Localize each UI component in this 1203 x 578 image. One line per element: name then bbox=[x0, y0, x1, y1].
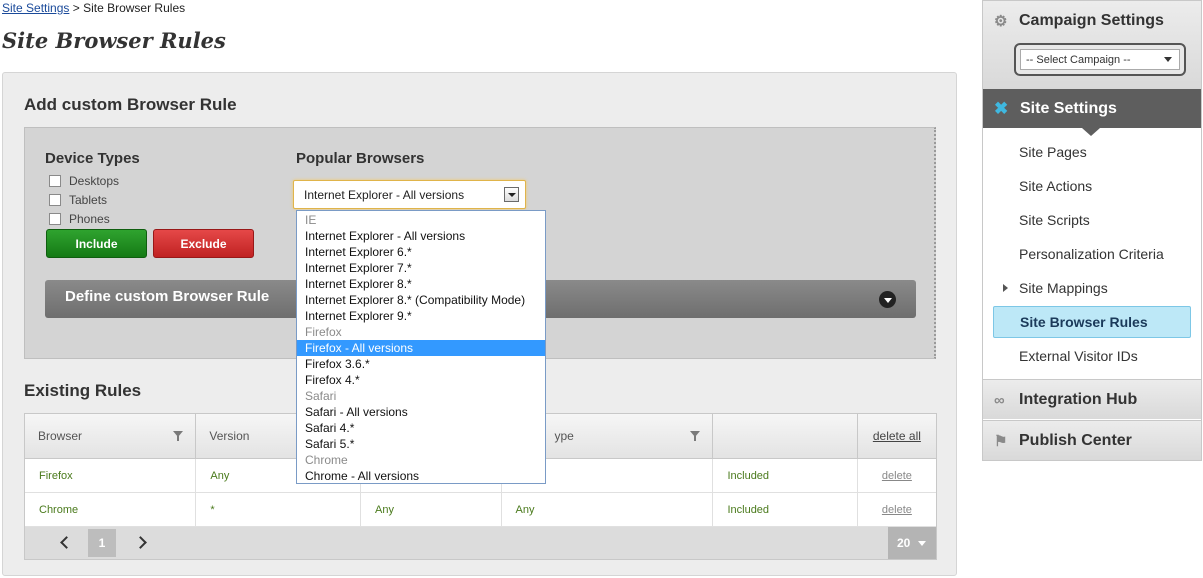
dropdown-option[interactable]: Safari 5.* bbox=[297, 436, 545, 452]
sidebar: ⚙ Campaign Settings -- Select Campaign -… bbox=[982, 0, 1202, 461]
cell-browser: Chrome bbox=[25, 493, 197, 526]
delete-link[interactable]: delete bbox=[882, 504, 912, 516]
desktops-checkbox[interactable] bbox=[49, 175, 61, 187]
device-option-tablets[interactable]: Tablets bbox=[49, 192, 107, 208]
column-header-browser[interactable]: Browser bbox=[25, 414, 197, 458]
chevron-down-icon[interactable] bbox=[504, 187, 519, 202]
tools-icon: ✖ bbox=[994, 99, 1009, 118]
filter-icon[interactable] bbox=[173, 431, 184, 441]
flag-icon: ⚑ bbox=[994, 433, 1008, 450]
sidebar-item-site-actions[interactable]: Site Actions bbox=[1019, 178, 1092, 194]
page-size-select[interactable]: 20 bbox=[888, 527, 936, 559]
desktops-label: Desktops bbox=[69, 174, 120, 188]
sidebar-item-site-mappings[interactable]: Site Mappings bbox=[1003, 280, 1108, 296]
dropdown-option[interactable]: Firefox - All versions bbox=[297, 340, 545, 356]
table-row: Chrome * Any Any Included delete bbox=[25, 493, 936, 527]
device-option-desktops[interactable]: Desktops bbox=[49, 173, 119, 189]
dropdown-group-label: Chrome bbox=[305, 453, 348, 467]
tablets-checkbox[interactable] bbox=[49, 194, 61, 206]
publish-center-label: Publish Center bbox=[1019, 431, 1132, 449]
sidebar-item-personalization-criteria[interactable]: Personalization Criteria bbox=[1019, 246, 1164, 262]
pager: 1 20 bbox=[25, 527, 936, 559]
cell-type: Any bbox=[502, 493, 714, 526]
dropdown-option[interactable]: Internet Explorer 8.* (Compatibility Mod… bbox=[297, 292, 545, 308]
dropdown-option[interactable]: Internet Explorer 6.* bbox=[297, 244, 545, 260]
cell-delete: delete bbox=[858, 493, 936, 526]
sidebar-item-site-browser-rules[interactable]: Site Browser Rules bbox=[993, 306, 1191, 338]
cell-browser: Firefox bbox=[25, 459, 197, 492]
dropdown-option[interactable]: Internet Explorer 8.* bbox=[297, 276, 545, 292]
dropdown-option[interactable]: Internet Explorer 9.* bbox=[297, 308, 545, 324]
cell-device: Any bbox=[361, 493, 502, 526]
breadcrumb-current: Site Browser Rules bbox=[83, 1, 186, 15]
cell-status: Included bbox=[713, 459, 858, 492]
phones-label: Phones bbox=[69, 212, 110, 226]
dropdown-option[interactable]: Firefox 3.6.* bbox=[297, 356, 545, 372]
expand-icon[interactable] bbox=[879, 291, 896, 308]
popular-browsers-label: Popular Browsers bbox=[296, 150, 425, 167]
delete-link[interactable]: delete bbox=[882, 470, 912, 482]
gear-icon: ⚙ bbox=[994, 13, 1008, 30]
browser-select[interactable]: Internet Explorer - All versions bbox=[293, 180, 526, 209]
dropdown-group-label: Firefox bbox=[305, 325, 342, 339]
breadcrumb-link-site-settings[interactable]: Site Settings bbox=[2, 1, 69, 15]
sidebar-item-site-scripts[interactable]: Site Scripts bbox=[1019, 212, 1090, 228]
site-settings-label: Site Settings bbox=[1020, 99, 1117, 117]
sidebar-item-external-visitor-ids[interactable]: External Visitor IDs bbox=[1019, 348, 1138, 364]
tablets-label: Tablets bbox=[69, 193, 108, 207]
existing-rules-title: Existing Rules bbox=[24, 381, 142, 400]
cell-version: * bbox=[196, 493, 362, 526]
sidebar-item-site-pages[interactable]: Site Pages bbox=[1019, 144, 1087, 160]
browser-select-value: Internet Explorer - All versions bbox=[304, 187, 465, 202]
link-icon: ∞ bbox=[994, 392, 1005, 409]
publish-center-header[interactable]: ⚑ Publish Center bbox=[983, 420, 1201, 460]
delete-all-link[interactable]: delete all bbox=[873, 429, 921, 443]
phones-checkbox[interactable] bbox=[49, 213, 61, 225]
breadcrumb: Site Settings > Site Browser Rules bbox=[2, 1, 185, 15]
dropdown-group-label: IE bbox=[305, 213, 317, 227]
page-title: Site Browser Rules bbox=[2, 28, 226, 53]
campaign-select-wrapper: -- Select Campaign -- bbox=[1014, 43, 1186, 76]
define-custom-rule-label: Define custom Browser Rule bbox=[65, 288, 270, 305]
device-types-label: Device Types bbox=[45, 150, 140, 167]
campaign-settings-label: Campaign Settings bbox=[1019, 12, 1164, 29]
device-option-phones[interactable]: Phones bbox=[49, 211, 110, 227]
dropdown-option[interactable]: Safari - All versions bbox=[297, 404, 545, 420]
prev-page-icon[interactable] bbox=[59, 535, 69, 549]
integration-hub-header[interactable]: ∞ Integration Hub bbox=[983, 379, 1201, 419]
breadcrumb-separator: > bbox=[72, 1, 80, 15]
site-settings-header[interactable]: ✖ Site Settings bbox=[983, 89, 1201, 136]
add-rule-title: Add custom Browser Rule bbox=[24, 95, 237, 114]
filter-icon[interactable] bbox=[690, 431, 701, 441]
column-header-status bbox=[713, 414, 858, 458]
dropdown-option[interactable]: Internet Explorer - All versions bbox=[297, 228, 545, 244]
dropdown-option[interactable]: Firefox 4.* bbox=[297, 372, 545, 388]
dropdown-option[interactable]: Internet Explorer 7.* bbox=[297, 260, 545, 276]
campaign-select[interactable]: -- Select Campaign -- bbox=[1020, 49, 1180, 70]
next-page-icon[interactable] bbox=[136, 535, 146, 549]
dropdown-group-label: Safari bbox=[305, 389, 337, 403]
exclude-button[interactable]: Exclude bbox=[153, 229, 254, 258]
dropdown-option[interactable]: Safari 4.* bbox=[297, 420, 545, 436]
integration-hub-label: Integration Hub bbox=[1019, 390, 1138, 408]
column-header-label: Browser bbox=[38, 429, 83, 443]
include-button[interactable]: Include bbox=[46, 229, 147, 258]
dropdown-option[interactable]: Chrome - All versions bbox=[297, 468, 545, 484]
page-number-button[interactable]: 1 bbox=[88, 529, 116, 557]
cell-delete: delete bbox=[858, 459, 936, 492]
column-header-label: Version bbox=[209, 429, 250, 443]
column-header-delete: delete all bbox=[858, 414, 936, 458]
browser-dropdown-list: IE Internet Explorer - All versions Intern… bbox=[296, 210, 546, 484]
cell-status: Included bbox=[713, 493, 858, 526]
